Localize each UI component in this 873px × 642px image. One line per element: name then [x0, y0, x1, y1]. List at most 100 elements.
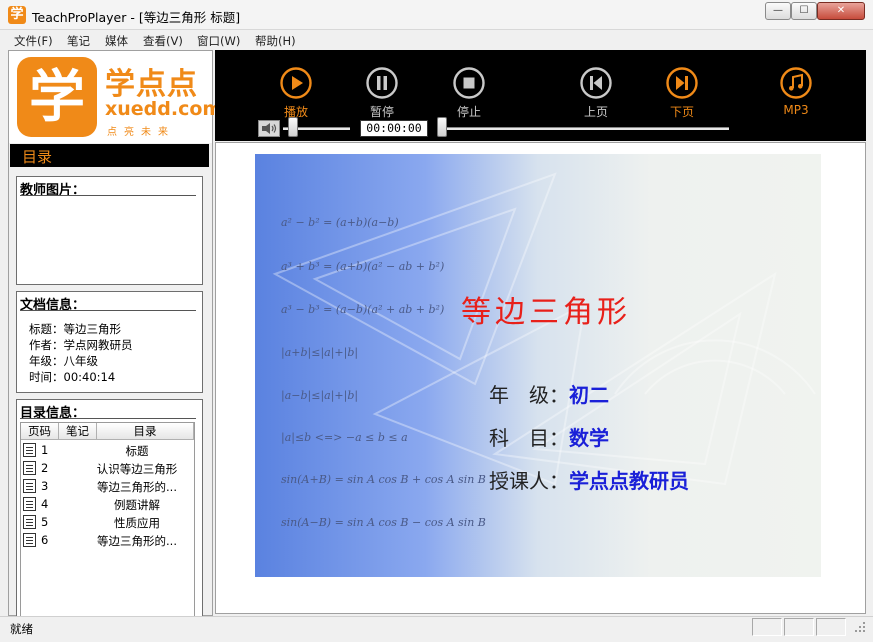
title-bar: 学 TeachProPlayer - [等边三角形 标题] — ☐ ✕ [0, 0, 873, 30]
toc-page-number: 4 [41, 497, 49, 511]
page-icon [23, 443, 36, 457]
status-bar: 就绪 [0, 616, 873, 642]
grip-glyph [855, 622, 865, 632]
teacher-value: 学点点教研员 [569, 469, 689, 493]
subject-value: 数学 [569, 426, 609, 450]
close-button[interactable]: ✕ [817, 2, 865, 20]
page-icon [23, 515, 36, 529]
page-icon [23, 461, 36, 475]
pause-icon [366, 67, 398, 99]
toc-table: 页码 笔记 目录 1 标题 2 认识等边三角形 3 等边三角形的... 4 例题… [20, 422, 195, 618]
formula: a² − b² = (a+b)(a−b) [281, 216, 399, 229]
column-header-notes[interactable]: 笔记 [59, 423, 97, 440]
doc-info-grade: 年级：八年级 [29, 354, 98, 368]
time-display: 00:00:00 [360, 120, 428, 137]
toc-item-title: 标题 [125, 444, 149, 458]
menu-window[interactable]: 窗口(W) [197, 33, 240, 49]
doc-info-author: 作者：学点网教研员 [29, 338, 133, 352]
logo-slogan: 点亮未来 [107, 127, 175, 138]
window-title: TeachProPlayer - [等边三角形 标题] [32, 10, 241, 25]
column-header-contents[interactable]: 目录 [97, 423, 194, 440]
next-icon [666, 67, 698, 99]
divider [20, 418, 196, 419]
minimize-button[interactable]: — [765, 2, 791, 20]
mp3-label: MP3 [783, 103, 809, 117]
pause-label: 暂停 [369, 105, 394, 119]
slide-title: 等边三角形 [461, 295, 631, 330]
toc-page-number: 6 [41, 533, 49, 547]
previous-page-label: 上页 [583, 105, 608, 119]
formula: sin(A−B) = sin A cos B − cos A sin B [281, 516, 486, 529]
next-page-label: 下页 [669, 105, 694, 119]
pause-button[interactable]: 暂停 [352, 66, 412, 119]
seek-slider-thumb[interactable] [437, 117, 447, 137]
toc-item-title: 等边三角形的... [97, 480, 177, 494]
toc-row[interactable]: 1 标题 [21, 441, 194, 459]
stop-button[interactable]: 停止 [439, 66, 499, 119]
toc-row[interactable]: 6 等边三角形的... [21, 531, 194, 549]
menu-notes[interactable]: 笔记 [67, 33, 90, 49]
slide-subject-row: 科 目：数学 [489, 422, 609, 451]
maximize-button[interactable]: ☐ [791, 2, 817, 20]
toc-page-number: 1 [41, 443, 49, 457]
slide: a² − b² = (a+b)(a−b) a³ + b³ = (a+b)(a² … [255, 154, 821, 577]
toc-tab[interactable]: 目录 [10, 144, 209, 167]
previous-page-button[interactable]: 上页 [566, 66, 626, 119]
speaker-glyph [262, 123, 277, 134]
content-area: a² − b² = (a+b)(a−b) a³ + b³ = (a+b)(a² … [215, 142, 866, 614]
slide-grade-row: 年 级：初二 [489, 379, 609, 408]
doc-info-duration: 时间：00:40:14 [29, 370, 116, 384]
toc-row[interactable]: 4 例题讲解 [21, 495, 194, 513]
status-text: 就绪 [10, 622, 33, 636]
volume-slider-thumb[interactable] [288, 117, 299, 137]
toc-item-title: 认识等边三角形 [96, 462, 178, 476]
logo: 学 学点点 xuedd.com 点亮未来 [9, 51, 222, 143]
music-note-icon [780, 67, 812, 99]
formula: |a|≤b <=> −a ≤ b ≤ a [281, 431, 408, 444]
menu-help[interactable]: 帮助(H) [255, 33, 296, 49]
logo-mark: 学 [17, 57, 97, 137]
toc-info-group: 目录信息： 页码 笔记 目录 1 标题 2 认识等边三角形 3 等边三角形的..… [16, 399, 203, 618]
toc-page-number: 5 [41, 515, 49, 529]
status-cell [752, 618, 782, 636]
seek-slider-track[interactable] [439, 127, 729, 130]
subject-label: 科 目： [489, 426, 569, 450]
toc-item-title: 例题讲解 [114, 498, 160, 512]
play-button[interactable]: 播放 [266, 66, 326, 119]
formula: a³ − b³ = (a−b)(a² + ab + b²) [281, 303, 445, 316]
formula: |a−b|≤|a|+|b| [281, 389, 359, 402]
stop-label: 停止 [456, 105, 481, 119]
speaker-icon[interactable] [258, 120, 280, 137]
toc-row[interactable]: 2 认识等边三角形 [21, 459, 194, 477]
divider [20, 195, 196, 196]
toc-row[interactable]: 5 性质应用 [21, 513, 194, 531]
next-page-button[interactable]: 下页 [652, 66, 712, 119]
slide-teacher-row: 授课人：学点点教研员 [489, 465, 689, 494]
document-info-group: 文档信息： 标题：等边三角形 作者：学点网教研员 年级：八年级 时间：00:40… [16, 291, 203, 393]
grade-value: 初二 [569, 383, 609, 407]
menu-view[interactable]: 查看(V) [143, 33, 183, 49]
menu-file[interactable]: 文件(F) [14, 33, 53, 49]
resize-grip-icon[interactable] [852, 619, 868, 635]
formula: sin(A+B) = sin A cos B + cos A sin B [281, 473, 486, 486]
column-header-page[interactable]: 页码 [21, 423, 59, 440]
toc-row[interactable]: 3 等边三角形的... [21, 477, 194, 495]
playback-controls: 播放 暂停 停止 上页 下页 MP3 00:00:00 [215, 50, 866, 141]
doc-info-title: 标题：等边三角形 [29, 322, 121, 336]
grade-label: 年 级： [489, 383, 569, 407]
menu-bar: 文件(F) 笔记 媒体 查看(V) 窗口(W) 帮助(H) [0, 30, 873, 49]
mp3-button[interactable]: MP3 [766, 66, 826, 117]
stop-icon [453, 67, 485, 99]
app-icon: 学 [8, 6, 26, 24]
page-icon [23, 533, 36, 547]
toc-page-number: 2 [41, 461, 49, 475]
logo-domain: xuedd.com [105, 98, 223, 120]
status-cell [784, 618, 814, 636]
logo-name: 学点点 [105, 67, 198, 102]
teacher-label: 授课人： [489, 469, 569, 493]
formula: a³ + b³ = (a+b)(a² − ab + b²) [281, 260, 445, 273]
left-panel: 学 学点点 xuedd.com 点亮未来 目录 教师图片： 文档信息： 标题：等… [8, 50, 222, 618]
menu-media[interactable]: 媒体 [105, 33, 128, 49]
divider [20, 310, 196, 311]
toc-item-title: 等边三角形的... [97, 534, 177, 548]
